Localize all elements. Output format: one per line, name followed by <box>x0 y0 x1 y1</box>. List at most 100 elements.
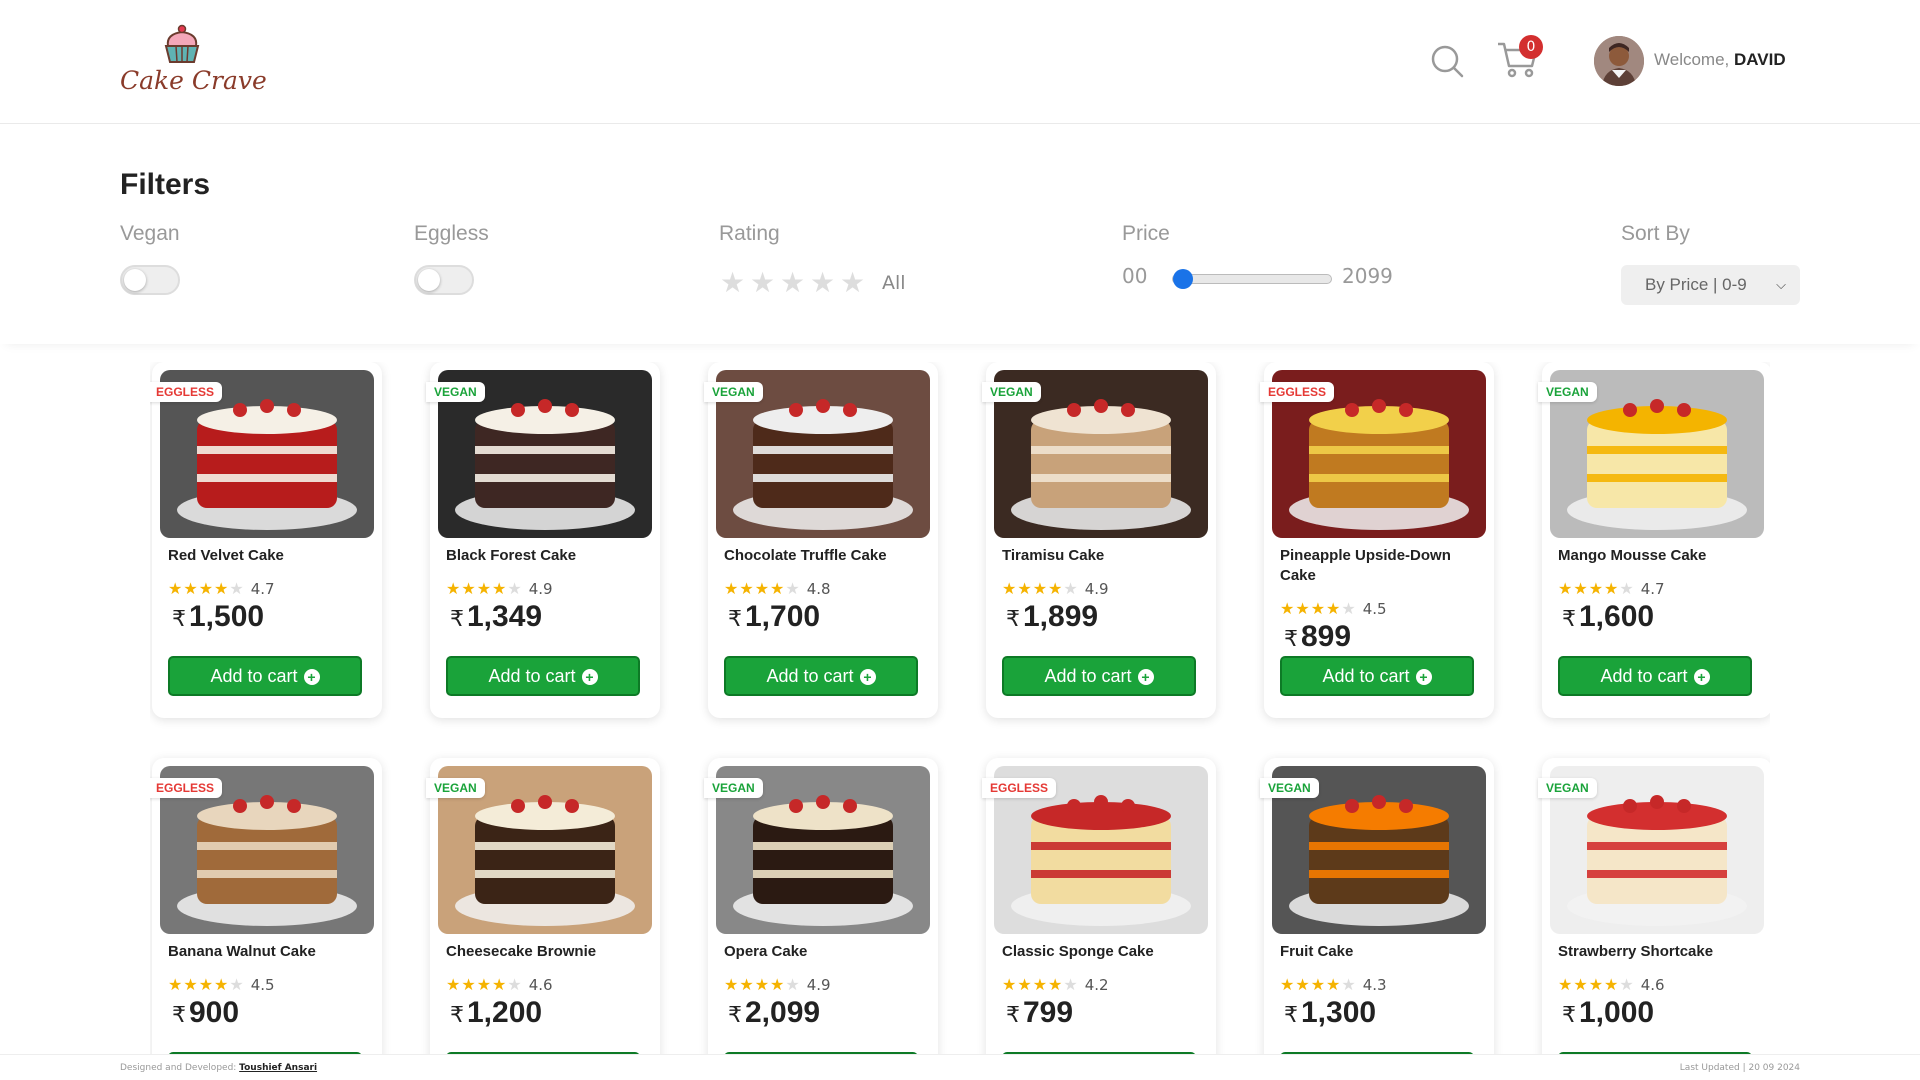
product-rating: ★ ★ ★ ★ ★ 4.7 <box>168 580 275 598</box>
add-to-cart-button[interactable]: Add to cart + <box>1280 656 1474 696</box>
product-card[interactable]: VEGAN Black Forest Cake ★ ★ ★ ★ ★ 4.9 ₹1,349 Add … <box>426 362 660 718</box>
product-name[interactable]: Black Forest Cake <box>446 546 646 566</box>
product-card[interactable]: VEGANCheesecake Brownie★★★★★4.6₹1,200Add… <box>426 758 660 1054</box>
product-name[interactable]: Fruit Cake <box>1280 942 1480 962</box>
star-icon: ★ <box>168 975 183 994</box>
star-icon: ★ <box>1002 579 1017 598</box>
star-icon: ★ <box>785 975 800 994</box>
star-icon: ★ <box>1573 975 1588 994</box>
rating-value: 4.9 <box>528 580 553 598</box>
eggless-toggle[interactable] <box>414 265 474 295</box>
product-card[interactable]: VEGANStrawberry Shortcake★★★★★4.6₹1,000A… <box>1538 758 1770 1054</box>
currency-symbol: ₹ <box>1284 626 1298 651</box>
add-to-cart-label: Add to cart <box>1600 666 1688 686</box>
product-rating: ★ ★ ★ ★ ★ 4.5 <box>1280 600 1387 618</box>
product-name[interactable]: Chocolate Truffle Cake <box>724 546 924 566</box>
add-to-cart-button[interactable]: Add to cart + <box>446 656 640 696</box>
add-to-cart-button[interactable]: Add to cart + <box>1002 656 1196 696</box>
star-icon: ★ <box>1280 975 1295 994</box>
plus-circle-icon: + <box>1693 669 1710 686</box>
star-icon: ★ <box>754 975 770 994</box>
product-card[interactable]: VEGANOpera Cake★★★★★4.9₹2,099Add to cart… <box>704 758 938 1054</box>
product-card[interactable]: EGGLESSClassic Sponge Cake★★★★★4.2₹799Ad… <box>982 758 1216 1054</box>
star-icon[interactable]: ★ <box>780 269 810 297</box>
product-name[interactable]: Red Velvet Cake <box>168 546 368 566</box>
star-icon: ★ <box>476 579 492 598</box>
search-icon[interactable] <box>1430 44 1464 78</box>
star-icon: ★ <box>214 579 229 598</box>
star-icon[interactable]: ★ <box>810 269 840 297</box>
product-name[interactable]: Tiramisu Cake <box>1002 546 1202 566</box>
star-icon: ★ <box>1063 975 1078 994</box>
last-updated: Last Updated | 20 09 2024 <box>1679 1063 1800 1073</box>
product-card[interactable]: VEGANFruit Cake★★★★★4.3₹1,300Add to cart… <box>1260 758 1494 1054</box>
product-card[interactable]: EGGLESSBanana Walnut Cake★★★★★4.5₹900Add… <box>150 758 382 1054</box>
product-price: ₹1,000 <box>1562 996 1654 1030</box>
product-price: ₹1,899 <box>1006 600 1098 634</box>
rating-all-option[interactable]: All <box>882 272 906 294</box>
user-name: DAVID <box>1734 50 1786 69</box>
footer: Designed and Developed: Toushief Ansari … <box>0 1054 1920 1080</box>
star-icon: ★ <box>1326 975 1341 994</box>
star-icon: ★ <box>770 975 785 994</box>
star-icon: ★ <box>198 975 214 994</box>
welcome-text: Welcome, DAVID <box>1654 50 1786 70</box>
star-icon[interactable]: ★ <box>750 269 780 297</box>
star-icon: ★ <box>1310 599 1326 618</box>
product-name[interactable]: Opera Cake <box>724 942 924 962</box>
product-card[interactable]: VEGAN Tiramisu Cake ★ ★ ★ ★ ★ 4.9 ₹1,899 Add to c… <box>982 362 1216 718</box>
product-card[interactable]: EGGLESS Red Velvet Cake ★ ★ ★ ★ ★ 4.7 ₹1,500 Add … <box>150 362 382 718</box>
product-badge: VEGAN <box>982 382 1041 402</box>
product-price: ₹1,300 <box>1284 996 1376 1030</box>
product-card[interactable]: VEGAN Chocolate Truffle Cake ★ ★ ★ ★ ★ 4.8 ₹1,70… <box>704 362 938 718</box>
plus-circle-icon: + <box>859 669 876 686</box>
product-name[interactable]: Mango Mousse Cake <box>1558 546 1758 566</box>
filters-title: Filters <box>120 168 211 201</box>
star-icon: ★ <box>1295 599 1310 618</box>
product-price: ₹2,099 <box>728 996 820 1030</box>
star-icon: ★ <box>1032 975 1048 994</box>
product-rating: ★ ★ ★ ★ ★ 4.3 <box>1280 976 1387 994</box>
rating-value: 4.9 <box>806 976 831 994</box>
product-name[interactable]: Strawberry Shortcake <box>1558 942 1758 962</box>
star-icon: ★ <box>446 579 461 598</box>
currency-symbol: ₹ <box>728 606 742 631</box>
add-to-cart-button[interactable]: Add to cart + <box>168 656 362 696</box>
star-icon: ★ <box>183 975 198 994</box>
star-icon[interactable]: ★ <box>720 269 750 297</box>
star-icon: ★ <box>770 579 785 598</box>
vegan-toggle[interactable] <box>120 265 180 295</box>
designer-link[interactable]: Toushief Ansari <box>239 1063 317 1073</box>
price-value: 1,349 <box>467 600 543 633</box>
price-slider-thumb[interactable] <box>1173 269 1193 289</box>
product-name[interactable]: Cheesecake Brownie <box>446 942 646 962</box>
price-slider[interactable] <box>1172 268 1332 289</box>
star-icon: ★ <box>1032 579 1048 598</box>
star-icon: ★ <box>1588 579 1604 598</box>
product-name[interactable]: Banana Walnut Cake <box>168 942 368 962</box>
product-name[interactable]: Classic Sponge Cake <box>1002 942 1202 962</box>
add-to-cart-button[interactable]: Add to cart + <box>1558 656 1752 696</box>
avatar[interactable] <box>1594 36 1644 86</box>
cupcake-icon <box>164 24 200 63</box>
product-name[interactable]: Pineapple Upside-Down Cake <box>1280 546 1480 586</box>
footer-credit: Designed and Developed: Toushief Ansari <box>120 1063 317 1073</box>
rating-label: Rating <box>719 222 780 245</box>
star-icon: ★ <box>1048 975 1063 994</box>
product-card[interactable]: EGGLESS Pineapple Upside-Down Cake ★ ★ ★ ★ ★ 4.… <box>1260 362 1494 718</box>
add-to-cart-button[interactable]: Add to cart + <box>724 656 918 696</box>
star-icon: ★ <box>1048 579 1063 598</box>
star-icon: ★ <box>168 579 183 598</box>
product-badge: EGGLESS <box>982 778 1057 798</box>
sort-select[interactable]: By Price | 0-9 ⌵ <box>1621 265 1800 305</box>
star-icon: ★ <box>492 975 507 994</box>
price-value: 799 <box>1023 996 1074 1029</box>
header: Cake Crave 0 Welcome, DAVID <box>0 0 1920 124</box>
add-to-cart-label: Add to cart <box>766 666 854 686</box>
product-card[interactable]: VEGAN Mango Mousse Cake ★ ★ ★ ★ ★ 4.7 ₹1,600 Add … <box>1538 362 1770 718</box>
rating-value: 4.5 <box>250 976 275 994</box>
price-value: 1,899 <box>1023 600 1099 633</box>
logo[interactable]: Cake Crave <box>120 24 267 104</box>
star-icon: ★ <box>1604 975 1619 994</box>
star-icon[interactable]: ★ <box>840 269 870 297</box>
